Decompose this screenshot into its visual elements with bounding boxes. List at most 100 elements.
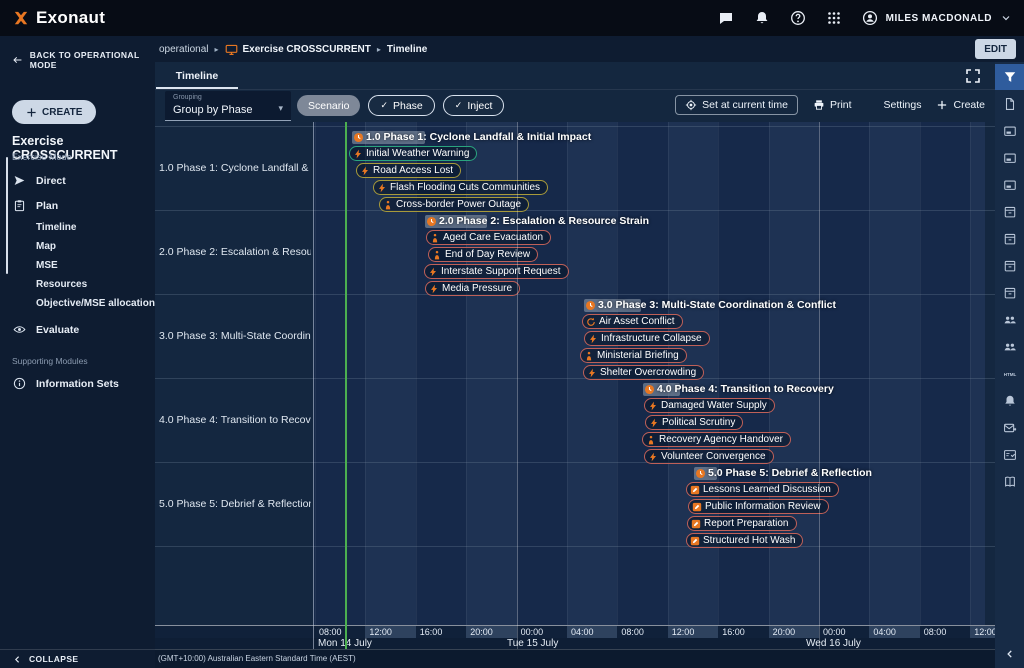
inject-shelter-overcrowding[interactable]: Shelter Overcrowding bbox=[583, 365, 704, 380]
rail-tool-people-icon[interactable] bbox=[995, 333, 1024, 360]
rail-tool-watermark-icon[interactable] bbox=[995, 171, 1024, 198]
apps-icon[interactable] bbox=[826, 10, 842, 26]
rail-tool-fact-check-icon[interactable] bbox=[995, 441, 1024, 468]
rail-tool-document-icon[interactable] bbox=[995, 90, 1024, 117]
bell-icon[interactable] bbox=[754, 10, 770, 26]
edit-icon bbox=[690, 485, 700, 495]
inject-end-of-day-review[interactable]: End of Day Review bbox=[428, 247, 538, 262]
chevron-left-icon bbox=[1005, 649, 1015, 659]
rail-tool-archive-icon[interactable] bbox=[995, 198, 1024, 225]
chip-phase[interactable]: ✓Phase bbox=[368, 95, 434, 116]
set-at-current-time-button[interactable]: Set at current time bbox=[675, 95, 798, 115]
logo-text: Exonaut bbox=[36, 8, 105, 28]
rail-tool-bell-icon[interactable] bbox=[995, 387, 1024, 414]
inject-air-asset-conflict[interactable]: Air Asset Conflict bbox=[582, 314, 683, 329]
sidebar-item-direct[interactable]: Direct bbox=[0, 168, 155, 193]
back-arrow-icon bbox=[12, 54, 23, 66]
rail-tool-archive-icon[interactable] bbox=[995, 279, 1024, 306]
print-icon bbox=[813, 99, 825, 111]
rail-tool-archive-icon[interactable] bbox=[995, 252, 1024, 279]
sidebar-item-resources[interactable]: Resources bbox=[0, 275, 155, 294]
inject-media-pressure[interactable]: Media Pressure bbox=[425, 281, 520, 296]
rail-tool-mail-forward-icon[interactable] bbox=[995, 414, 1024, 441]
breadcrumb-separator: ▸ bbox=[214, 45, 218, 54]
chip-inject[interactable]: ✓Inject bbox=[443, 95, 505, 116]
axis-tick-label: 08:00 bbox=[924, 627, 947, 637]
breadcrumb-exercise[interactable]: Exercise CROSSCURRENT bbox=[243, 44, 371, 55]
archive-icon bbox=[1003, 232, 1017, 246]
back-to-operational-mode[interactable]: BACK TO OPERATIONAL MODE bbox=[0, 36, 155, 70]
rail-tool-html-icon[interactable]: HTML bbox=[995, 360, 1024, 387]
inject-political-scrutiny[interactable]: Political Scrutiny bbox=[645, 415, 743, 430]
edit-icon bbox=[692, 502, 702, 512]
send-icon bbox=[13, 174, 26, 187]
inject-lessons-learned-discussion[interactable]: Lessons Learned Discussion bbox=[686, 482, 839, 497]
bell-icon bbox=[1003, 394, 1017, 408]
time-band bbox=[970, 122, 985, 625]
rail-tool-book-icon[interactable] bbox=[995, 468, 1024, 495]
inject-road-access-lost[interactable]: Road Access Lost bbox=[356, 163, 461, 178]
left-sidebar: BACK TO OPERATIONAL MODE CREATE Exercise… bbox=[0, 36, 155, 668]
rail-tool-watermark-icon[interactable] bbox=[995, 144, 1024, 171]
breadcrumb-operational[interactable]: operational bbox=[159, 44, 208, 55]
sidebar-collapse-button[interactable]: COLLAPSE bbox=[0, 649, 155, 668]
edit-button[interactable]: EDIT bbox=[975, 39, 1016, 59]
action-label: Settings bbox=[884, 99, 922, 111]
grouping-select[interactable]: Grouping Group by Phase ▾ bbox=[165, 91, 291, 121]
timeline-canvas[interactable]: 1.0 Phase 1: Cyclone Landfall & Initial … bbox=[313, 122, 985, 625]
inject-label: Lessons Learned Discussion bbox=[703, 484, 831, 495]
tab-bar: Timeline bbox=[155, 62, 995, 90]
rail-tool-filter-icon[interactable] bbox=[995, 64, 1024, 90]
sidebar-item-plan[interactable]: Plan bbox=[0, 193, 155, 218]
chip-scenario[interactable]: Scenario bbox=[297, 95, 360, 116]
bolt-icon bbox=[353, 149, 363, 159]
create-button[interactable]: Create bbox=[936, 99, 985, 111]
user-menu[interactable]: MILES MACDONALD bbox=[862, 10, 1012, 26]
print-button[interactable]: Print bbox=[813, 99, 852, 111]
help-icon[interactable] bbox=[790, 10, 806, 26]
fullscreen-icon[interactable] bbox=[965, 68, 981, 84]
inject-cross-border-power-outage[interactable]: Cross-border Power Outage bbox=[379, 197, 529, 212]
inject-structured-hot-wash[interactable]: Structured Hot Wash bbox=[686, 533, 803, 548]
axis-tick-label: 20:00 bbox=[470, 627, 493, 637]
inject-report-preparation[interactable]: Report Preparation bbox=[687, 516, 797, 531]
inject-recovery-agency-handover[interactable]: Recovery Agency Handover bbox=[642, 432, 791, 447]
rail-tool-archive-icon[interactable] bbox=[995, 225, 1024, 252]
create-button[interactable]: CREATE bbox=[12, 100, 96, 124]
settings-button[interactable]: Settings bbox=[867, 99, 922, 111]
rail-tool-people-icon[interactable] bbox=[995, 306, 1024, 333]
inject-initial-weather-warning[interactable]: Initial Weather Warning bbox=[349, 146, 477, 161]
tab-timeline[interactable]: Timeline bbox=[156, 62, 238, 90]
grouping-value: Group by Phase bbox=[173, 104, 253, 116]
inject-public-information-review[interactable]: Public Information Review bbox=[688, 499, 829, 514]
bottom-strip: (GMT+10:00) Australian Eastern Standard … bbox=[155, 649, 995, 668]
inject-ministerial-briefing[interactable]: Ministerial Briefing bbox=[580, 348, 687, 363]
inject-label: Shelter Overcrowding bbox=[600, 367, 696, 378]
watermark-icon bbox=[1003, 151, 1017, 165]
phase-title: 2.0 Phase 2: Escalation & Resource Strai… bbox=[439, 215, 649, 227]
inject-infrastructure-collapse[interactable]: Infrastructure Collapse bbox=[584, 331, 710, 346]
inject-label: Road Access Lost bbox=[373, 165, 453, 176]
inject-damaged-water-supply[interactable]: Damaged Water Supply bbox=[644, 398, 775, 413]
sidebar-item-mse[interactable]: MSE bbox=[0, 256, 155, 275]
rail-tool-watermark-icon[interactable] bbox=[995, 117, 1024, 144]
inject-volunteer-convergence[interactable]: Volunteer Convergence bbox=[644, 449, 774, 464]
breadcrumb-timeline[interactable]: Timeline bbox=[387, 44, 427, 55]
sidebar-item-timeline[interactable]: Timeline bbox=[0, 218, 155, 237]
sidebar-item-information-sets[interactable]: Information Sets bbox=[0, 371, 155, 396]
sidebar-item-map[interactable]: Map bbox=[0, 237, 155, 256]
sidebar-item-evaluate[interactable]: Evaluate bbox=[0, 317, 155, 342]
clock-icon bbox=[353, 132, 364, 143]
clock-icon bbox=[426, 216, 437, 227]
inject-aged-care-evacuation[interactable]: Aged Care Evacuation bbox=[426, 230, 551, 245]
target-icon bbox=[685, 99, 697, 111]
sidebar-item-objective-mse-allocation[interactable]: Objective/MSE allocation bbox=[0, 294, 155, 313]
chip-label: Phase bbox=[393, 100, 423, 112]
chat-icon[interactable] bbox=[718, 10, 734, 26]
inject-interstate-support-request[interactable]: Interstate Support Request bbox=[424, 264, 569, 279]
inject-flash-flooding-cuts-communities[interactable]: Flash Flooding Cuts Communities bbox=[373, 180, 548, 195]
inject-label: Recovery Agency Handover bbox=[659, 434, 783, 445]
sidebar-item-label: Plan bbox=[36, 200, 58, 212]
rail-collapse-button[interactable] bbox=[995, 646, 1024, 662]
time-band bbox=[869, 122, 919, 625]
